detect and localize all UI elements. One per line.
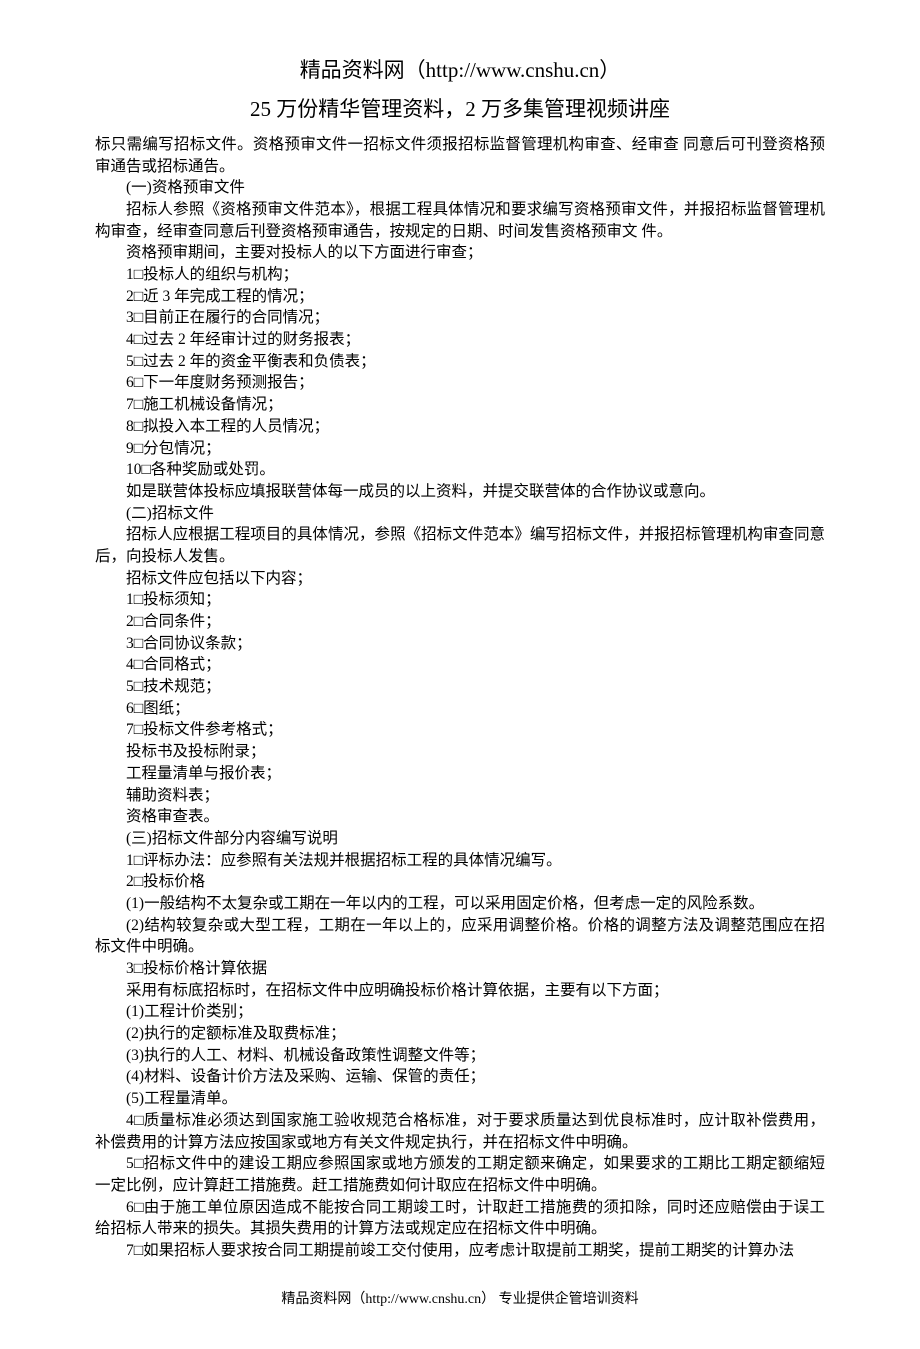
paragraph: 招标文件应包括以下内容； (95, 568, 825, 590)
paragraph: (2)结构较复杂或大型工程，工期在一年以上的，应采用调整价格。价格的调整方法及调… (95, 915, 825, 958)
list-item: 6□由于施工单位原因造成不能按合同工期竣工时，计取赶工措施费的须扣除，同时还应赔… (95, 1197, 825, 1240)
list-item: 10□各种奖励或处罚。 (95, 459, 825, 481)
list-item: 工程量清单与报价表； (95, 763, 825, 785)
document-page: 精品资料网（http://www.cnshu.cn） 25 万份精华管理资料，2… (0, 0, 920, 1349)
paragraph: 标只需编写招标文件。资格预审文件一招标文件须报招标监督管理机构审查、经审查 同意… (95, 134, 825, 177)
paragraph: 如是联营体投标应填报联营体每一成员的以上资料，并提交联营体的合作协议或意向。 (95, 481, 825, 503)
footer-text: 精品资料网（http://www.cnshu.cn） 专业提供企管培训资料 (95, 1290, 825, 1310)
list-item: 2□投标价格 (95, 871, 825, 893)
section-title-1: (一)资格预审文件 (95, 177, 825, 199)
list-item: 投标书及投标附录； (95, 741, 825, 763)
list-item: 7□如果招标人要求按合同工期提前竣工交付使用，应考虑计取提前工期奖，提前工期奖的… (95, 1240, 825, 1262)
list-item: 6□图纸； (95, 698, 825, 720)
list-item: 1□评标办法：应参照有关法规并根据招标工程的具体情况编写。 (95, 850, 825, 872)
paragraph: (1)工程计价类别； (95, 1001, 825, 1023)
paragraph: (3)执行的人工、材料、机械设备政策性调整文件等； (95, 1045, 825, 1067)
list-item: 5□过去 2 年的资金平衡表和负债表； (95, 351, 825, 373)
list-item: 6□下一年度财务预测报告； (95, 372, 825, 394)
list-item: 辅助资料表； (95, 785, 825, 807)
list-item: 3□目前正在履行的合同情况； (95, 307, 825, 329)
paragraph: (5)工程量清单。 (95, 1088, 825, 1110)
list-item: 2□近 3 年完成工程的情况； (95, 286, 825, 308)
paragraph: (1)一般结构不太复杂或工期在一年以内的工程，可以采用固定价格，但考虑一定的风险… (95, 893, 825, 915)
list-item: 4□合同格式； (95, 654, 825, 676)
list-item: 资格审查表。 (95, 806, 825, 828)
list-item: 8□拟投入本工程的人员情况； (95, 416, 825, 438)
list-item: 3□投标价格计算依据 (95, 958, 825, 980)
list-item: 1□投标人的组织与机构； (95, 264, 825, 286)
paragraph: 资格预审期间，主要对投标人的以下方面进行审查； (95, 242, 825, 264)
list-item: 1□投标须知； (95, 589, 825, 611)
paragraph: 招标人应根据工程项目的具体情况，参照《招标文件范本》编写招标文件，并报招标管理机… (95, 524, 825, 567)
list-item: 4□质量标准必须达到国家施工验收规范合格标准，对于要求质量达到优良标准时，应计取… (95, 1110, 825, 1153)
list-item: 4□过去 2 年经审计过的财务报表； (95, 329, 825, 351)
section-title-2: (二)招标文件 (95, 503, 825, 525)
list-item: 5□招标文件中的建设工期应参照国家或地方颁发的工期定额来确定，如果要求的工期比工… (95, 1153, 825, 1196)
paragraph: 招标人参照《资格预审文件范本》，根据工程具体情况和要求编写资格预审文件，并报招标… (95, 199, 825, 242)
list-item: 7□施工机械设备情况； (95, 394, 825, 416)
header-line-2: 25 万份精华管理资料，2 万多集管理视频讲座 (95, 95, 825, 124)
section-title-3: (三)招标文件部分内容编写说明 (95, 828, 825, 850)
list-item: 7□投标文件参考格式； (95, 719, 825, 741)
list-item: 9□分包情况； (95, 438, 825, 460)
paragraph: (4)材料、设备计价方法及采购、运输、保管的责任； (95, 1066, 825, 1088)
list-item: 3□合同协议条款； (95, 633, 825, 655)
list-item: 5□技术规范； (95, 676, 825, 698)
list-item: 2□合同条件； (95, 611, 825, 633)
paragraph: (2)执行的定额标准及取费标准； (95, 1023, 825, 1045)
paragraph: 采用有标底招标时，在招标文件中应明确投标价格计算依据，主要有以下方面； (95, 980, 825, 1002)
document-body: 标只需编写招标文件。资格预审文件一招标文件须报招标监督管理机构审查、经审查 同意… (95, 134, 825, 1262)
header-line-1: 精品资料网（http://www.cnshu.cn） (95, 55, 825, 87)
